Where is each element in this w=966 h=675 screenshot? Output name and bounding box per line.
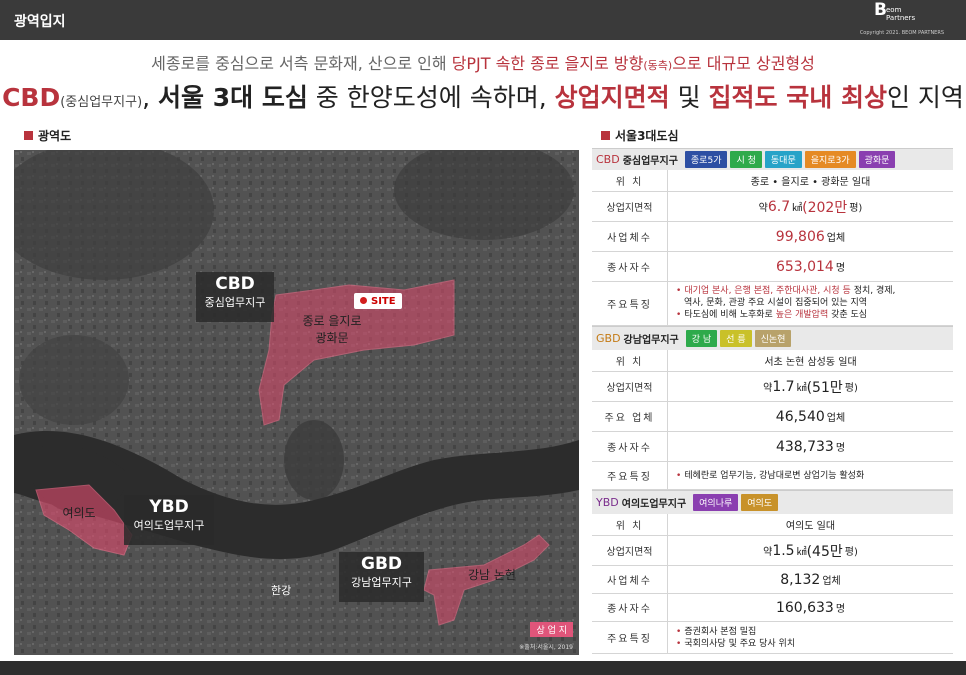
- table-row: 상업지면적 약 6.7 ㎢ (202만 평): [592, 192, 953, 222]
- cbd-header: CBD 중심업무지구 종로5가 시 청 동대문 을지로3가 광화문: [592, 148, 953, 170]
- table-row: 사업체수 99,806 업체: [592, 222, 953, 252]
- headline: CBD(중심업무지구), 서울 3대 도심 중 한양도성에 속하며, 상업지면적…: [2, 83, 964, 112]
- river-label: 한강: [271, 584, 292, 597]
- table-row: 상업지면적 약 1.5 ㎢ (45만 평): [592, 536, 953, 566]
- site-marker: SITE: [354, 293, 402, 309]
- table-row: 위 치 서초 논현 삼성동 일대: [592, 350, 953, 372]
- table-row: 위 치 종로 • 을지로 • 광화문 일대: [592, 170, 953, 192]
- station-tag: 여의나루: [693, 494, 739, 511]
- table-row: 주요특징 • 대기업 본사, 은행 본점, 주한대사관, 시청 등 정치, 경제,…: [592, 282, 953, 326]
- table-row: 주요특징 • 테헤란로 업무기능, 강남대로변 상업기능 활성화: [592, 462, 953, 490]
- footer-bar: [0, 661, 966, 675]
- table-row: 사업체수 8,132 업체: [592, 566, 953, 594]
- cbd-area-text: 종로 을지로 광화문: [302, 314, 362, 345]
- table-row: 주요특징 • 증권회사 본점 밀집 • 국회의사당 및 주요 당사 위치: [592, 622, 953, 654]
- area-map: CBD 중심업무지구 YBD 여의도업무지구 GBD 강남업무지구 종로 을지로…: [14, 150, 579, 655]
- gbd-header: GBD 강남업무지구 강 남 선 릉 신논현: [592, 326, 953, 350]
- map-legend: 상 업 지: [530, 622, 573, 637]
- table-row: 종사자수 438,733 명: [592, 432, 953, 462]
- page-title: 광역입지: [14, 14, 66, 30]
- site-pin-icon: [358, 295, 369, 306]
- map-section-label: 광역도: [24, 127, 71, 144]
- table-row: 종사자수 653,014 명: [592, 252, 953, 282]
- cbd-map-label: CBD 중심업무지구: [204, 274, 266, 309]
- table-row: 종사자수 160,633 명: [592, 594, 953, 622]
- top-bar: 광역입지 B eom Partners Copyright 2021. BEOM…: [0, 0, 966, 40]
- ybd-map-label: YBD 여의도업무지구: [133, 497, 205, 532]
- districts-table: CBD 중심업무지구 종로5가 시 청 동대문 을지로3가 광화문 위 치 종로…: [592, 148, 953, 654]
- station-tag: 시 청: [730, 151, 762, 168]
- table-row: 위 치 여의도 일대: [592, 514, 953, 536]
- ybd-area-text: 여의도: [62, 506, 96, 520]
- station-tag: 선 릉: [720, 330, 752, 347]
- station-tag: 신논현: [754, 330, 792, 347]
- table-row: 상업지면적 약 1.7 ㎢ (51만 평): [592, 372, 953, 402]
- ybd-header: YBD 여의도업무지구 여의나루 여의도: [592, 490, 953, 514]
- gbd-map-label: GBD 강남업무지구: [351, 554, 412, 589]
- company-logo: B eom Partners: [874, 0, 916, 23]
- copyright-text: Copyright 2021. BEOM PARTNERS: [859, 30, 944, 36]
- station-tag: 강 남: [685, 330, 718, 347]
- map-source: ※출처:서울시, 2019: [519, 644, 573, 651]
- station-tag: 을지로3가: [804, 151, 856, 168]
- table-section-label: 서울3대도심: [601, 127, 679, 144]
- gbd-area-text: 강남 논현: [468, 568, 516, 582]
- station-tag: 광화문: [858, 151, 896, 168]
- station-tag: 동대문: [764, 151, 802, 168]
- subtitle: 세종로를 중심으로 서측 문화재, 산으로 인해 당PJT 속한 종로 을지로 …: [151, 54, 815, 73]
- station-tag: 종로5가: [684, 151, 728, 168]
- station-tag: 여의도: [741, 494, 779, 511]
- table-row: 주요 업체 46,540 업체: [592, 402, 953, 432]
